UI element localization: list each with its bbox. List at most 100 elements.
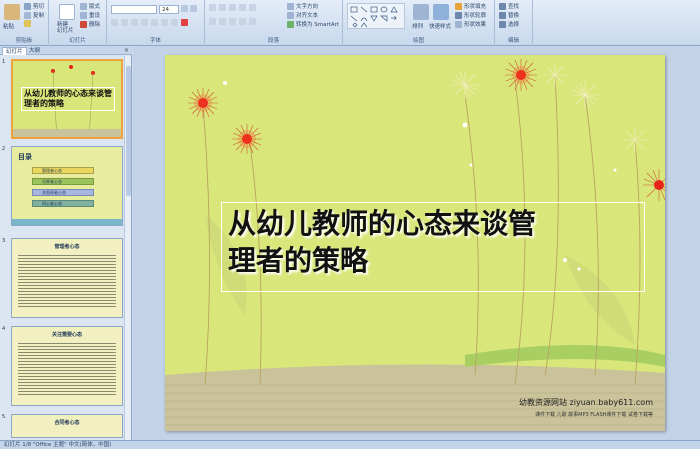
- replace-label: 替换: [508, 13, 520, 19]
- align-text-label: 对齐文本: [296, 13, 319, 19]
- font-color-icon[interactable]: [181, 19, 188, 26]
- thumbnail-title: 目录: [18, 153, 32, 161]
- panel-scrollbar[interactable]: [124, 56, 131, 440]
- copy-icon: [24, 11, 31, 19]
- bold-icon[interactable]: [111, 19, 118, 26]
- justify-icon[interactable]: [239, 18, 246, 25]
- arrange-button[interactable]: 排列: [412, 22, 423, 30]
- increase-indent-icon[interactable]: [239, 4, 246, 11]
- replace-button[interactable]: 替换: [499, 11, 519, 19]
- reset-button[interactable]: 重设: [80, 11, 100, 19]
- decrease-indent-icon[interactable]: [229, 4, 236, 11]
- slide-canvas[interactable]: 从幼儿教师的心态来谈管 理者的策略 幼教资源网站 ziyuan.baby611.…: [165, 55, 665, 431]
- text-direction-button[interactable]: 文字方向: [287, 2, 318, 10]
- slide-title[interactable]: 从幼儿教师的心态来谈管 理者的策略: [228, 205, 638, 279]
- tab-outline[interactable]: 大纲: [26, 47, 43, 55]
- shape-effects-button[interactable]: 形状效果: [455, 20, 486, 28]
- toc-item: 管理者心态: [32, 167, 94, 174]
- numbering-icon[interactable]: [219, 4, 226, 11]
- thumbnail-box[interactable]: 目录 管理者心态 光辉者心态 关照顾者心态 同心者心态: [11, 146, 123, 226]
- quick-styles-label: 快速样式: [429, 24, 452, 30]
- clipboard-group-label: 剪贴板: [15, 38, 33, 44]
- columns-icon[interactable]: [249, 18, 256, 25]
- underline-icon[interactable]: [131, 19, 138, 26]
- cut-button[interactable]: 剪切: [24, 2, 44, 10]
- line-spacing-icon[interactable]: [249, 4, 256, 11]
- slide-editor: 从幼儿教师的心态来谈管 理者的策略 幼教资源网站 ziyuan.baby611.…: [133, 46, 700, 440]
- font-size-value: 24: [162, 7, 169, 13]
- font-size-combo[interactable]: 24: [159, 5, 179, 14]
- smartart-button[interactable]: 转换为 SmartArt: [287, 20, 339, 28]
- arrange-icon[interactable]: [413, 4, 429, 20]
- arrange-label: 排列: [412, 24, 424, 30]
- thumbnail-box[interactable]: 关注需要心态: [11, 326, 123, 406]
- drawing-group: 排列 快速样式 形状填充 形状轮廓 形状效果 绘图: [343, 0, 495, 46]
- paste-icon[interactable]: [4, 4, 20, 20]
- thumbnail-box[interactable]: 从幼儿教师的心态来谈管理者的策略: [11, 59, 123, 139]
- font-name-combo[interactable]: [111, 5, 157, 14]
- shadow-icon[interactable]: [151, 19, 158, 26]
- delete-label: 删除: [89, 22, 101, 28]
- thumbnail-title: 管理者心态: [54, 244, 80, 250]
- grow-font-button[interactable]: [181, 5, 197, 12]
- close-icon[interactable]: ×: [124, 47, 129, 54]
- status-bar: 幻灯片 1/8 "Office 主题" 中文(简体，中国): [0, 440, 700, 449]
- drawing-group-label: 绘图: [412, 38, 424, 44]
- shape-fill-button[interactable]: 形状填充: [455, 2, 486, 10]
- select-button[interactable]: 选择: [499, 20, 519, 28]
- layout-label: 版式: [89, 4, 101, 10]
- slides-group-label: 幻灯片: [69, 38, 86, 44]
- new-slide-button[interactable]: 新建 幻灯片: [57, 22, 74, 34]
- clipboard-group: 粘贴 剪切 复制 剪贴板: [0, 0, 49, 46]
- align-text-button[interactable]: 对齐文本: [287, 11, 318, 19]
- align-center-icon[interactable]: [219, 18, 226, 25]
- font-format-buttons: [111, 19, 188, 26]
- new-slide-icon[interactable]: [59, 4, 75, 20]
- fill-icon: [455, 2, 462, 10]
- thumbnail-title: 关注需要心态: [51, 332, 82, 338]
- toc-item: 光辉者心态: [32, 178, 94, 185]
- case-icon[interactable]: [171, 19, 178, 26]
- website-watermark: 幼教资源网站 ziyuan.baby611.com: [519, 398, 653, 407]
- thumbnail-box[interactable]: 合同者心态: [11, 414, 123, 438]
- layout-button[interactable]: 版式: [80, 2, 100, 10]
- paste-button[interactable]: 粘贴: [3, 22, 14, 30]
- select-label: 选择: [508, 22, 520, 28]
- delete-button[interactable]: 删除: [80, 20, 100, 28]
- shape-outline-button[interactable]: 形状轮廓: [455, 11, 486, 19]
- quick-styles-icon[interactable]: [433, 4, 449, 20]
- find-label: 查找: [508, 4, 520, 10]
- thumbnail-number: 2: [2, 146, 6, 152]
- thumbnail-number: 3: [2, 238, 6, 244]
- slides-panel: 幻灯片 大纲 × 1 从幼儿教师的心态来谈管理者的策略 2 目录 管理者心态 光…: [0, 46, 132, 440]
- shapes-gallery-icons: [350, 6, 398, 28]
- scrollbar-thumb[interactable]: [126, 66, 131, 196]
- italic-icon[interactable]: [121, 19, 128, 26]
- panel-tabs: 幻灯片 大纲 ×: [0, 46, 132, 55]
- title-placeholder[interactable]: 从幼儿教师的心态来谈管 理者的策略: [221, 202, 645, 292]
- effects-icon: [455, 20, 462, 28]
- smartart-label: 转换为 SmartArt: [296, 22, 340, 28]
- copy-button[interactable]: 复制: [24, 11, 44, 19]
- quick-styles-button[interactable]: 快速样式: [429, 22, 451, 30]
- align-right-icon[interactable]: [229, 18, 236, 25]
- toc-item: 同心者心态: [32, 200, 94, 207]
- shapes-gallery[interactable]: [347, 3, 405, 29]
- text-direction-label: 文字方向: [296, 4, 319, 10]
- thumbnail-box[interactable]: 管理者心态: [11, 238, 123, 318]
- find-button[interactable]: 查找: [499, 2, 519, 10]
- thumbnail-number: 4: [2, 326, 6, 332]
- website-subtitle: 课件下载 儿歌 故事MP3 FLASH课件下载 试卷下载等: [534, 412, 653, 418]
- format-painter-button[interactable]: [24, 20, 31, 27]
- thumbnail-footer-bar: [12, 219, 122, 225]
- paragraph-group-label: 段落: [267, 38, 279, 44]
- tab-slides[interactable]: 幻灯片: [2, 47, 27, 55]
- font-group: 24 字体: [107, 0, 205, 46]
- align-left-icon[interactable]: [209, 18, 216, 25]
- bullets-icon[interactable]: [209, 4, 216, 11]
- text-direction-icon: [287, 2, 294, 10]
- spacing-icon[interactable]: [161, 19, 168, 26]
- thumbnail-number: 1: [2, 59, 6, 65]
- strike-icon[interactable]: [141, 19, 148, 26]
- brush-icon: [24, 20, 31, 27]
